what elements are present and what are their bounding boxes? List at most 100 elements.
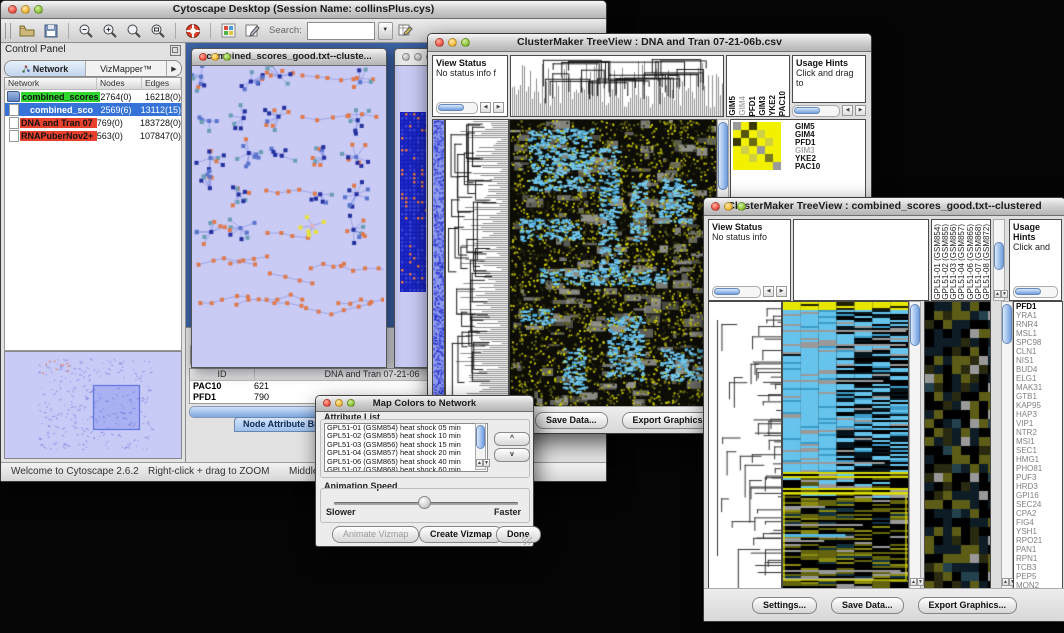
network-window-combined-titlebar[interactable]: combined_scores_good.txt--cluste...	[192, 49, 386, 66]
tab-overflow-icon[interactable]: ▶	[167, 61, 181, 76]
zoom-window-icon[interactable]	[737, 202, 746, 211]
gene-label[interactable]: CPA2	[1016, 509, 1062, 518]
annotation-icon[interactable]	[241, 21, 263, 41]
column-label[interactable]: GPL51-08 (GSM872)	[982, 224, 990, 300]
network-list-row[interactable]: RNAPuberNov2+563(0)107847(0)	[5, 129, 181, 142]
gene-label[interactable]: PEP5	[1016, 572, 1062, 581]
gene-label[interactable]: HAP3	[1016, 410, 1062, 419]
gene-label[interactable]: GPI16	[1016, 491, 1062, 500]
column-label[interactable]: GPL51-01 (GSM854)	[933, 224, 941, 300]
treeview-dna-titlebar[interactable]: ClusterMaker TreeView : DNA and Tran 07-…	[428, 34, 871, 52]
minimize-icon[interactable]	[211, 53, 219, 61]
close-icon[interactable]	[199, 53, 207, 61]
row-dendrogram-panel[interactable]	[445, 119, 509, 407]
scroll-left-icon[interactable]: ◀	[480, 102, 491, 113]
scroll-up-icon[interactable]: ▲	[910, 578, 917, 586]
column-label[interactable]: GIM5	[728, 96, 738, 116]
gene-label[interactable]: FIG4	[1016, 518, 1062, 527]
column-labels-panel[interactable]: GPL51-01 (GSM854)GPL51-02 (GSM855)GPL51-…	[931, 219, 991, 301]
close-icon[interactable]	[402, 53, 410, 61]
network-view-canvas[interactable]	[192, 66, 384, 366]
network-window-combined[interactable]: combined_scores_good.txt--cluste...	[191, 48, 387, 368]
gene-label[interactable]: PFD1	[1016, 302, 1062, 311]
gene-label[interactable]: NTR2	[1016, 428, 1062, 437]
heatmap-canvas[interactable]	[510, 120, 716, 406]
gene-label[interactable]: SEC1	[1016, 446, 1062, 455]
global-overview-canvas[interactable]	[433, 120, 445, 407]
column-label[interactable]: GIM3	[758, 96, 768, 116]
heatmap-panel[interactable]	[509, 119, 717, 407]
settings-button[interactable]: Settings...	[752, 597, 817, 614]
heatmap-panel[interactable]	[782, 301, 909, 589]
attribute-list[interactable]: GPL51-01 (GSM854) heat shock 05 minGPL51…	[324, 423, 488, 472]
map-colors-dialog[interactable]: Map Colors to Network Attribute List GPL…	[315, 395, 534, 547]
gene-labels-vscrollbar[interactable]: ▲▼	[1001, 301, 1013, 589]
open-file-icon[interactable]	[16, 21, 38, 41]
dialog-titlebar[interactable]: Map Colors to Network	[316, 396, 533, 412]
scroll-thumb[interactable]	[476, 425, 485, 449]
help-ring-icon[interactable]	[182, 21, 204, 41]
zoomed-heatmap-canvas[interactable]	[925, 302, 990, 588]
column-dendrogram-canvas[interactable]	[511, 56, 723, 116]
vizmapper-colors-icon[interactable]	[217, 21, 239, 41]
gene-label[interactable]: CLN1	[1016, 347, 1062, 356]
column-label[interactable]: GPL51-06 (GSM865)	[966, 224, 974, 300]
scroll-down-icon[interactable]: ▼	[1001, 290, 1008, 298]
attribute-list-vscrollbar[interactable]: ▲▼	[475, 423, 486, 470]
network-list-row[interactable]: combined_sco2569(6)13112(15)	[5, 103, 181, 116]
gene-label[interactable]: MSI1	[1016, 437, 1062, 446]
export-graphics-button[interactable]: Export Graphics...	[918, 597, 1018, 614]
zoom-window-icon[interactable]	[34, 5, 43, 14]
row-dendrogram-panel[interactable]	[708, 301, 782, 589]
column-labels-panel[interactable]: GIM5GIM4PFD1GIM3YKE2PAC10	[726, 55, 790, 117]
gene-label[interactable]: MSL1	[1016, 329, 1062, 338]
search-dropdown-icon[interactable]: ▼	[378, 22, 393, 40]
close-icon[interactable]	[8, 5, 17, 14]
column-label[interactable]: GIM4	[738, 96, 748, 116]
column-label[interactable]: GPL51-07 (GSM868)	[974, 224, 982, 300]
attribute-item[interactable]: GPL51-07 (GSM868) heat shock 60 min	[325, 466, 487, 472]
gene-label[interactable]: RPO21	[1016, 536, 1062, 545]
usage-hints-scrollbar[interactable]	[1013, 286, 1058, 297]
gene-label[interactable]: SPC98	[1016, 338, 1062, 347]
gene-label[interactable]: PHO81	[1016, 464, 1062, 473]
scroll-thumb[interactable]	[794, 107, 820, 114]
minimize-icon[interactable]	[21, 5, 30, 14]
col-edges[interactable]: Edges	[142, 78, 181, 89]
scroll-thumb[interactable]	[1015, 288, 1041, 295]
column-label[interactable]: PFD1	[748, 96, 758, 116]
gene-label[interactable]: RNR4	[1016, 320, 1062, 329]
create-vizmap-button[interactable]: Create Vizmap	[419, 526, 503, 543]
scroll-down-icon[interactable]: ▼	[483, 459, 490, 467]
row-label[interactable]: PAC10	[795, 163, 820, 171]
gene-label[interactable]: BUD4	[1016, 365, 1062, 374]
column-label[interactable]: YKE2	[768, 95, 778, 116]
resize-grip[interactable]	[522, 535, 532, 545]
scroll-thumb[interactable]	[714, 288, 740, 295]
search-input[interactable]	[307, 22, 375, 40]
zoomed-heatmap-panel[interactable]	[924, 301, 991, 589]
tab-vizmapper[interactable]: VizMapper™	[86, 61, 167, 76]
row-dendrogram-canvas[interactable]	[446, 120, 508, 406]
scroll-thumb[interactable]	[438, 104, 464, 111]
save-data-button[interactable]: Save Data...	[535, 412, 608, 429]
gene-label[interactable]: YRA1	[1016, 311, 1062, 320]
zoom-selected-icon[interactable]	[147, 21, 169, 41]
gene-label[interactable]: RPN1	[1016, 554, 1062, 563]
col-nodes[interactable]: Nodes	[97, 78, 142, 89]
zoom-in-icon[interactable]	[99, 21, 121, 41]
scroll-thumb[interactable]	[718, 122, 728, 190]
row-dendrogram-canvas[interactable]	[709, 302, 781, 588]
gene-label[interactable]: PUF3	[1016, 473, 1062, 482]
col-id[interactable]: ID	[190, 369, 255, 380]
heatmap-vscrollbar[interactable]: ▲▼	[909, 301, 921, 589]
scroll-left-icon[interactable]: ◀	[763, 286, 774, 297]
network-overview-panel[interactable]	[4, 351, 182, 459]
scroll-thumb[interactable]	[910, 304, 920, 346]
gene-label[interactable]: YSH1	[1016, 527, 1062, 536]
main-titlebar[interactable]: Cytoscape Desktop (Session Name: collins…	[1, 1, 606, 19]
gene-label[interactable]: HMG1	[1016, 455, 1062, 464]
gene-label[interactable]: GTB1	[1016, 392, 1062, 401]
network-list-header[interactable]: Network Nodes Edges	[5, 78, 181, 90]
zoom-out-icon[interactable]	[75, 21, 97, 41]
